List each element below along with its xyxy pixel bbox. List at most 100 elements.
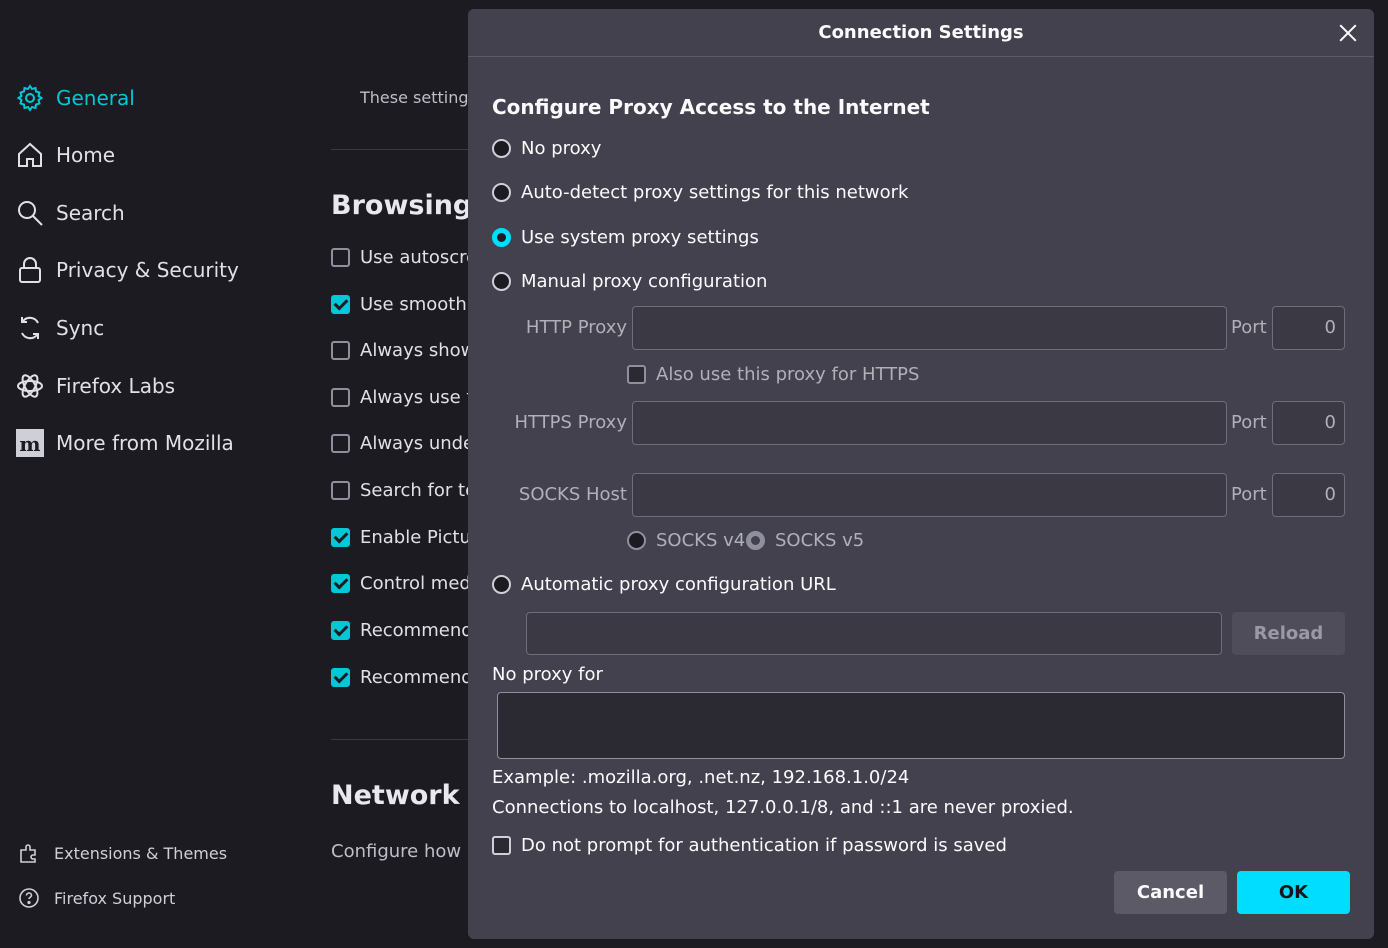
sync-icon	[21, 316, 39, 340]
lock-icon	[19, 257, 41, 283]
setting-smooth-scroll[interactable]: Use smooth s	[331, 294, 482, 315]
home-icon	[18, 142, 42, 167]
socks-port-value: 0	[1324, 484, 1336, 505]
setting-autoscroll[interactable]: Use autoscro	[331, 247, 477, 268]
https-proxy-label: HTTPS Proxy	[514, 412, 627, 433]
setting-label: Use autoscro	[360, 247, 478, 268]
sidebar-item-privacy[interactable]: Privacy & Security	[16, 256, 239, 284]
checkbox[interactable]	[627, 365, 646, 384]
checkbox[interactable]	[331, 574, 350, 593]
radio-button[interactable]	[492, 183, 511, 202]
setting-always-show[interactable]: Always show	[331, 340, 475, 361]
auth-prompt-label: Do not prompt for authentication if pass…	[521, 835, 1007, 856]
radio-label: No proxy	[521, 138, 602, 159]
sidebar-extensions-themes[interactable]: Extensions & Themes	[18, 842, 227, 864]
setting-label: Recommend	[360, 667, 473, 688]
mozilla-m-icon: m	[16, 429, 44, 457]
svg-text:m: m	[19, 432, 40, 456]
checkbox[interactable]	[331, 248, 350, 267]
radio-system-proxy[interactable]: Use system proxy settings	[492, 227, 759, 248]
sidebar-item-label: General	[56, 86, 135, 110]
auth-prompt-option[interactable]: Do not prompt for authentication if pass…	[492, 835, 1007, 856]
also-use-for-https[interactable]: Also use this proxy for HTTPS	[627, 364, 919, 385]
checkbox[interactable]	[331, 481, 350, 500]
setting-label: Always show	[360, 340, 476, 361]
localhost-note: Connections to localhost, 127.0.0.1/8, a…	[492, 797, 1074, 818]
no-proxy-for-textarea[interactable]	[497, 692, 1345, 759]
socks-host-label: SOCKS Host	[518, 484, 627, 505]
browsing-heading: Browsing	[331, 190, 473, 221]
radio-label: Manual proxy configuration	[521, 271, 768, 292]
radio-manual-proxy[interactable]: Manual proxy configuration	[492, 271, 767, 292]
close-icon[interactable]	[1338, 23, 1358, 43]
radio-button-selected[interactable]	[746, 531, 765, 550]
divider	[331, 149, 468, 150]
sidebar-item-label: Sync	[56, 316, 105, 340]
ok-button[interactable]: OK	[1237, 871, 1350, 914]
example-text: Example: .mozilla.org, .net.nz, 192.168.…	[492, 767, 910, 788]
divider	[331, 739, 468, 740]
sidebar-item-sync[interactable]: Sync	[16, 314, 104, 342]
setting-pip[interactable]: Enable Pictur	[331, 527, 478, 548]
checkbox[interactable]	[331, 668, 350, 687]
setting-always-underline[interactable]: Always under	[331, 433, 482, 454]
radio-label: Use system proxy settings	[521, 227, 759, 248]
http-proxy-input[interactable]	[632, 306, 1227, 350]
sidebar-item-general[interactable]: General	[16, 84, 135, 112]
sidebar-item-firefox-labs[interactable]: Firefox Labs	[16, 372, 175, 400]
checkbox[interactable]	[331, 434, 350, 453]
setting-label: Recommend	[360, 620, 473, 641]
cancel-button[interactable]: Cancel	[1114, 871, 1227, 914]
http-port-value: 0	[1324, 317, 1336, 338]
radio-auto-config-url[interactable]: Automatic proxy configuration URL	[492, 574, 836, 595]
help-icon	[19, 888, 39, 908]
puzzle-icon	[20, 844, 36, 863]
radio-button[interactable]	[627, 531, 646, 550]
checkbox[interactable]	[331, 621, 350, 640]
sidebar-footer-label: Extensions & Themes	[54, 843, 228, 863]
setting-recommend-1[interactable]: Recommend	[331, 620, 473, 641]
radio-button[interactable]	[492, 139, 511, 158]
radio-button-selected[interactable]	[492, 228, 511, 247]
setting-control-media[interactable]: Control medi	[331, 573, 476, 594]
checkbox[interactable]	[331, 295, 350, 314]
radio-button[interactable]	[492, 575, 511, 594]
http-port-label: Port	[1231, 317, 1267, 338]
auto-config-url-input[interactable]	[526, 612, 1222, 655]
sidebar-item-more-from-mozilla[interactable]: m More from Mozilla	[16, 429, 234, 457]
setting-label: Always under	[360, 433, 482, 454]
checkbox[interactable]	[492, 836, 511, 855]
sidebar-item-search[interactable]: Search	[16, 199, 125, 227]
setting-label: Enable Pictur	[360, 527, 479, 548]
radio-no-proxy[interactable]: No proxy	[492, 138, 601, 159]
socks-v4-option[interactable]: SOCKS v4	[627, 530, 745, 551]
atom-icon	[17, 374, 43, 398]
proxy-heading: Configure Proxy Access to the Internet	[492, 95, 930, 119]
checkbox[interactable]	[331, 528, 350, 547]
checkbox[interactable]	[331, 388, 350, 407]
setting-recommend-2[interactable]: Recommend	[331, 667, 473, 688]
https-proxy-input[interactable]	[632, 401, 1227, 445]
sidebar-item-label: Home	[56, 143, 116, 167]
checkbox[interactable]	[331, 341, 350, 360]
sidebar-item-label: Search	[56, 201, 125, 225]
no-proxy-for-label: No proxy for	[492, 664, 603, 685]
sidebar-item-home[interactable]: Home	[16, 141, 115, 169]
setting-always-use[interactable]: Always use th	[331, 387, 485, 408]
setting-search-text[interactable]: Search for te	[331, 480, 476, 501]
reload-button[interactable]: Reload	[1232, 612, 1345, 655]
sidebar-item-label: Firefox Labs	[56, 374, 176, 398]
https-port-value: 0	[1324, 412, 1336, 433]
radio-button[interactable]	[492, 272, 511, 291]
dialog-title: Connection Settings	[818, 22, 1024, 43]
dialog-titlebar: Connection Settings	[468, 9, 1374, 57]
sidebar-firefox-support[interactable]: Firefox Support	[18, 887, 175, 909]
socks-host-input[interactable]	[632, 473, 1227, 517]
network-heading: Network S	[331, 780, 489, 811]
radio-label: Automatic proxy configuration URL	[521, 574, 836, 595]
sidebar-footer-label: Firefox Support	[54, 888, 176, 908]
setting-label: Search for te	[360, 480, 477, 501]
socks-v5-option[interactable]: SOCKS v5	[746, 530, 864, 551]
radio-auto-detect[interactable]: Auto-detect proxy settings for this netw…	[492, 182, 908, 203]
also-https-label: Also use this proxy for HTTPS	[656, 364, 920, 385]
